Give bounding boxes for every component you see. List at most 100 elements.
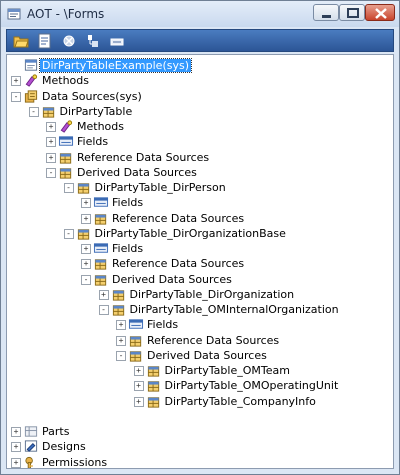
collapse-icon[interactable]: - <box>98 305 109 315</box>
tree-node[interactable]: - Data Sources(sys) <box>7 89 393 104</box>
tree-node[interactable]: + DirPartyTable_OMTeam <box>7 363 393 378</box>
datasource-icon <box>59 168 72 179</box>
tree-node[interactable]: + DirPartyTable_CompanyInfo <box>7 394 393 409</box>
collapse-icon[interactable]: - <box>11 91 21 102</box>
compile-icon[interactable] <box>61 33 77 49</box>
tree-node[interactable]: + Permissions <box>7 455 393 469</box>
tree-node[interactable]: + Fields <box>7 241 393 256</box>
tree-node[interactable]: - DirPartyTable_DirOrganizationBase <box>7 226 393 241</box>
tree-node-label[interactable]: Fields <box>147 318 178 331</box>
tree-node[interactable]: + Reference Data Sources <box>7 333 393 348</box>
expand-icon[interactable]: + <box>11 457 21 468</box>
tree-node-label[interactable]: Data Sources(sys) <box>42 90 142 103</box>
expand-icon[interactable]: + <box>133 381 144 392</box>
expand-icon[interactable]: + <box>46 122 56 132</box>
aot-tree-view[interactable]: DirPartyTableExample(sys) + Methods - Data S… <box>6 54 394 469</box>
tree-node-label[interactable]: Fields <box>112 242 143 255</box>
datasource-icon <box>94 213 107 225</box>
expand-icon[interactable]: + <box>98 289 109 300</box>
tree-node[interactable]: + DirPartyTable_OMOperatingUnit <box>7 378 393 393</box>
maximize-button[interactable] <box>339 4 365 21</box>
tree-node-label[interactable]: Fields <box>112 196 143 209</box>
tree-node[interactable]: - DirPartyTable_OMInternalOrganization <box>7 302 393 317</box>
tree-node-label[interactable]: DirPartyTable <box>60 105 133 118</box>
minimize-button[interactable] <box>313 4 339 21</box>
expand-icon[interactable]: + <box>116 335 126 346</box>
tree-node[interactable]: - Derived Data Sources <box>7 165 393 180</box>
expand-icon[interactable]: + <box>11 76 21 87</box>
tree-node-label[interactable]: Permissions <box>42 456 107 469</box>
expand-icon[interactable]: + <box>116 320 126 331</box>
tree-node[interactable]: + Reference Data Sources <box>7 150 393 165</box>
tree-node[interactable]: + DirPartyTable_DirOrganization <box>7 287 393 302</box>
run-icon[interactable] <box>109 33 125 49</box>
expand-icon[interactable]: + <box>81 244 91 254</box>
tree-node[interactable]: + Reference Data Sources <box>7 256 393 271</box>
expand-icon[interactable]: + <box>11 427 21 437</box>
tree-node-label[interactable]: Reference Data Sources <box>77 151 209 164</box>
tree-node-label[interactable]: DirPartyTable_DirOrganizationBase <box>95 227 286 240</box>
methods-icon <box>25 74 38 88</box>
tree-node[interactable]: + Methods <box>7 119 393 134</box>
fields-icon <box>93 197 109 207</box>
expand-icon[interactable]: + <box>133 396 144 407</box>
tree-node[interactable]: DirPartyTableExample(sys) <box>7 58 393 73</box>
tree-node-label[interactable]: DirPartyTable_CompanyInfo <box>165 395 316 408</box>
maximize-icon <box>347 8 359 18</box>
expand-icon[interactable]: + <box>133 366 144 376</box>
datasource-icon <box>129 335 142 347</box>
tree-node[interactable]: + Designs <box>7 439 393 454</box>
tree-node-label[interactable]: Designs <box>42 440 86 453</box>
title-bar[interactable]: AOT - \Forms <box>1 1 399 27</box>
tree-node-label[interactable]: Derived Data Sources <box>112 273 232 286</box>
collapse-icon[interactable]: - <box>81 274 91 285</box>
tree-node-label[interactable]: Derived Data Sources <box>147 349 267 362</box>
lookup-icon[interactable] <box>85 33 101 49</box>
tree-node-label[interactable]: Methods <box>77 120 124 133</box>
tree-node[interactable]: - Derived Data Sources <box>7 348 393 363</box>
properties-icon[interactable] <box>37 33 53 49</box>
collapse-icon[interactable]: - <box>46 167 56 178</box>
tree-node-label[interactable]: DirPartyTable_OMTeam <box>165 364 290 377</box>
datasource-icon <box>94 259 107 270</box>
tree-node-label[interactable]: DirPartyTable_OMOperatingUnit <box>165 379 339 392</box>
tree-node-label[interactable]: Fields <box>77 135 108 148</box>
close-button[interactable] <box>365 4 395 21</box>
expand-icon[interactable]: + <box>46 137 56 148</box>
tree-node[interactable]: + Parts <box>7 424 393 439</box>
datasource-icon <box>112 290 124 301</box>
tree-node-label[interactable]: Reference Data Sources <box>112 257 244 270</box>
expand-icon[interactable]: + <box>46 152 56 163</box>
tree-node-label[interactable]: DirPartyTable_OMInternalOrganization <box>130 303 339 316</box>
expand-icon[interactable]: + <box>81 213 91 224</box>
tree-node[interactable]: + Reference Data Sources <box>7 211 393 226</box>
tree-node[interactable]: - Derived Data Sources <box>7 272 393 287</box>
expand-icon[interactable]: + <box>81 259 91 270</box>
tree-node[interactable]: + Methods <box>7 73 393 88</box>
tree-node[interactable]: + Fields <box>7 195 393 210</box>
datasource-icon <box>77 229 89 240</box>
minimize-icon <box>322 15 331 18</box>
tree-node[interactable]: - DirPartyTable_DirPerson <box>7 180 393 195</box>
collapse-icon[interactable]: - <box>28 106 39 117</box>
tree-node[interactable]: + Fields <box>7 134 393 149</box>
tree-node-label[interactable]: Derived Data Sources <box>77 166 197 179</box>
tree-node-label[interactable]: Methods <box>42 74 89 87</box>
tree-node[interactable]: + Fields <box>7 317 393 332</box>
expand-icon[interactable]: + <box>11 442 21 453</box>
collapse-icon[interactable]: - <box>63 183 74 193</box>
aot-toolbar <box>6 29 394 52</box>
collapse-icon[interactable]: - <box>116 350 126 361</box>
tree-node[interactable]: - DirPartyTable <box>7 104 393 119</box>
expand-icon[interactable]: + <box>81 198 91 209</box>
tree-node-label[interactable]: Reference Data Sources <box>112 212 244 225</box>
tree-node-label[interactable]: DirPartyTable_DirPerson <box>95 181 226 194</box>
open-folder-icon[interactable] <box>13 33 29 49</box>
tree-node-label[interactable]: DirPartyTable_DirOrganization <box>130 288 295 301</box>
tree-node-label[interactable]: Parts <box>42 425 69 438</box>
tree-node-label[interactable]: Reference Data Sources <box>147 334 279 347</box>
collapse-icon[interactable]: - <box>63 228 74 239</box>
tree-node-label[interactable]: DirPartyTableExample(sys) <box>39 58 192 73</box>
datasource-icon <box>42 107 54 118</box>
datasource-icon <box>77 183 89 194</box>
